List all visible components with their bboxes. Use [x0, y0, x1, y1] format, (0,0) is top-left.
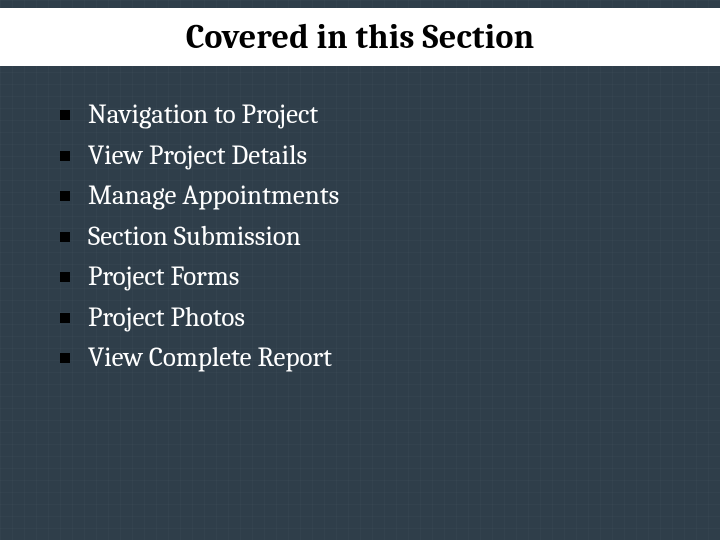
list-item: Section Submission: [60, 220, 680, 255]
content-area: Navigation to Project View Project Detai…: [60, 98, 680, 382]
list-item-label: Project Photos: [88, 301, 680, 336]
square-bullet-icon: [60, 110, 70, 120]
list-item: View Complete Report: [60, 341, 680, 376]
list-item: View Project Details: [60, 139, 680, 174]
list-item: Manage Appointments: [60, 179, 680, 214]
list-item: Project Forms: [60, 260, 680, 295]
list-item-label: Manage Appointments: [88, 179, 680, 214]
square-bullet-icon: [60, 272, 70, 282]
square-bullet-icon: [60, 232, 70, 242]
bullet-list: Navigation to Project View Project Detai…: [60, 98, 680, 376]
title-band: Covered in this Section: [0, 8, 720, 66]
square-bullet-icon: [60, 313, 70, 323]
square-bullet-icon: [60, 191, 70, 201]
slide: Covered in this Section Navigation to Pr…: [0, 0, 720, 540]
list-item-label: Project Forms: [88, 260, 680, 295]
list-item-label: Section Submission: [88, 220, 680, 255]
square-bullet-icon: [60, 151, 70, 161]
slide-title: Covered in this Section: [186, 17, 535, 57]
list-item: Navigation to Project: [60, 98, 680, 133]
list-item-label: Navigation to Project: [88, 98, 680, 133]
list-item: Project Photos: [60, 301, 680, 336]
list-item-label: View Complete Report: [88, 341, 680, 376]
list-item-label: View Project Details: [88, 139, 680, 174]
square-bullet-icon: [60, 353, 70, 363]
